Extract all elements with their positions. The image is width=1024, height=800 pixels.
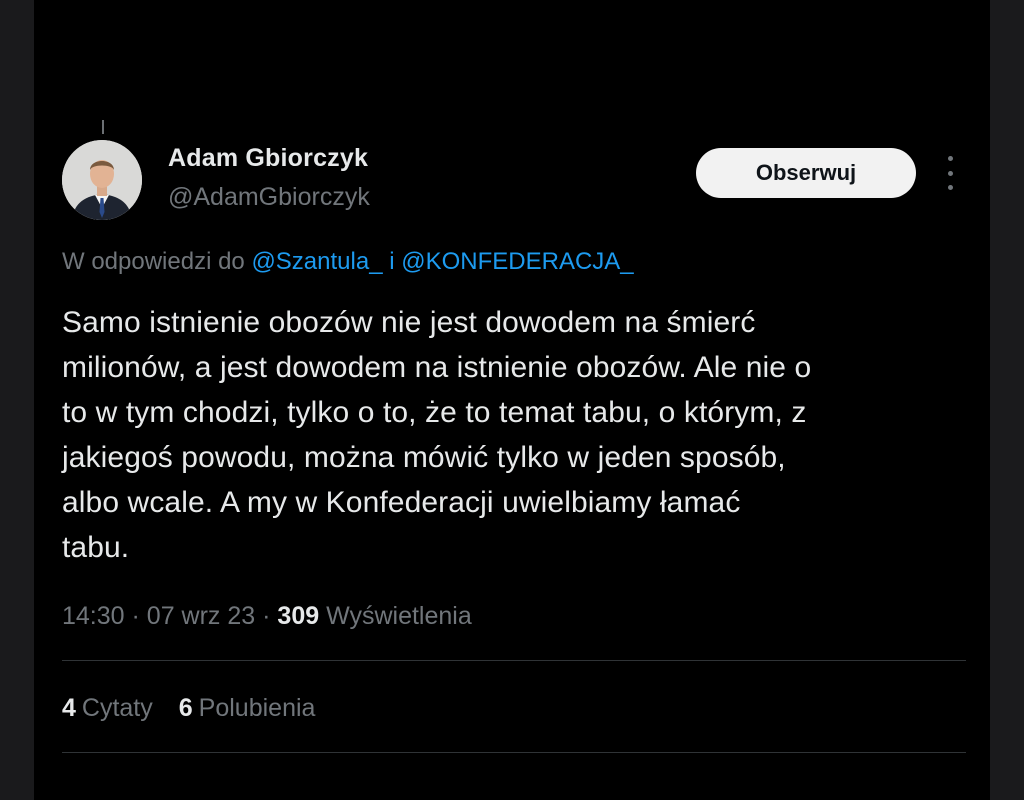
quotes-count: 4 xyxy=(62,694,76,722)
thread-connector-line xyxy=(102,120,104,134)
avatar[interactable] xyxy=(62,140,142,220)
meta-separator: · xyxy=(262,602,271,630)
reply-context: W odpowiedzi do @Szantula_ i @KONFEDERAC… xyxy=(62,248,634,276)
quotes-label: Cytaty xyxy=(81,694,153,722)
avatar-photo xyxy=(62,140,142,220)
views-label: Wyświetlenia xyxy=(326,602,472,630)
quotes-stat[interactable]: 4 Cytaty xyxy=(62,694,153,723)
more-dot xyxy=(947,185,953,190)
tweet-date[interactable]: 07 wrz 23 xyxy=(147,602,255,630)
views-count: 309 xyxy=(277,602,320,630)
screenshot-frame: Adam Gbiorczyk @AdamGbiorczyk Obserwuj W… xyxy=(0,0,1024,800)
follow-button[interactable]: Obserwuj xyxy=(696,148,916,198)
tweet-text: Samo istnienie obozów nie jest dowodem n… xyxy=(62,306,812,564)
tweet-meta: 14:30 · 07 wrz 23 · 309 Wyświetlenia xyxy=(62,602,472,631)
mention-joiner: i xyxy=(389,248,395,275)
reply-prefix: W odpowiedzi do xyxy=(62,248,245,275)
likes-stat[interactable]: 6 Polubienia xyxy=(179,694,316,723)
more-dot xyxy=(947,156,953,161)
divider xyxy=(62,752,966,753)
engagement-stats: 4 Cytaty 6 Polubienia xyxy=(62,694,315,723)
author-handle[interactable]: @AdamGbiorczyk xyxy=(168,183,370,212)
mention-link[interactable]: @KONFEDERACJA_ xyxy=(401,248,633,275)
mention-link[interactable]: @Szantula_ xyxy=(251,248,382,275)
tweet-card: Adam Gbiorczyk @AdamGbiorczyk Obserwuj W… xyxy=(34,0,990,800)
meta-separator: · xyxy=(131,602,140,630)
divider xyxy=(62,660,966,661)
likes-count: 6 xyxy=(178,694,193,722)
author-name[interactable]: Adam Gbiorczyk xyxy=(168,144,368,173)
likes-label: Polubienia xyxy=(198,694,316,722)
right-edge xyxy=(990,0,1024,800)
more-vertical-icon[interactable] xyxy=(942,156,958,190)
left-edge xyxy=(0,0,34,800)
more-dot xyxy=(947,170,953,176)
tweet-time[interactable]: 14:30 xyxy=(62,602,125,630)
